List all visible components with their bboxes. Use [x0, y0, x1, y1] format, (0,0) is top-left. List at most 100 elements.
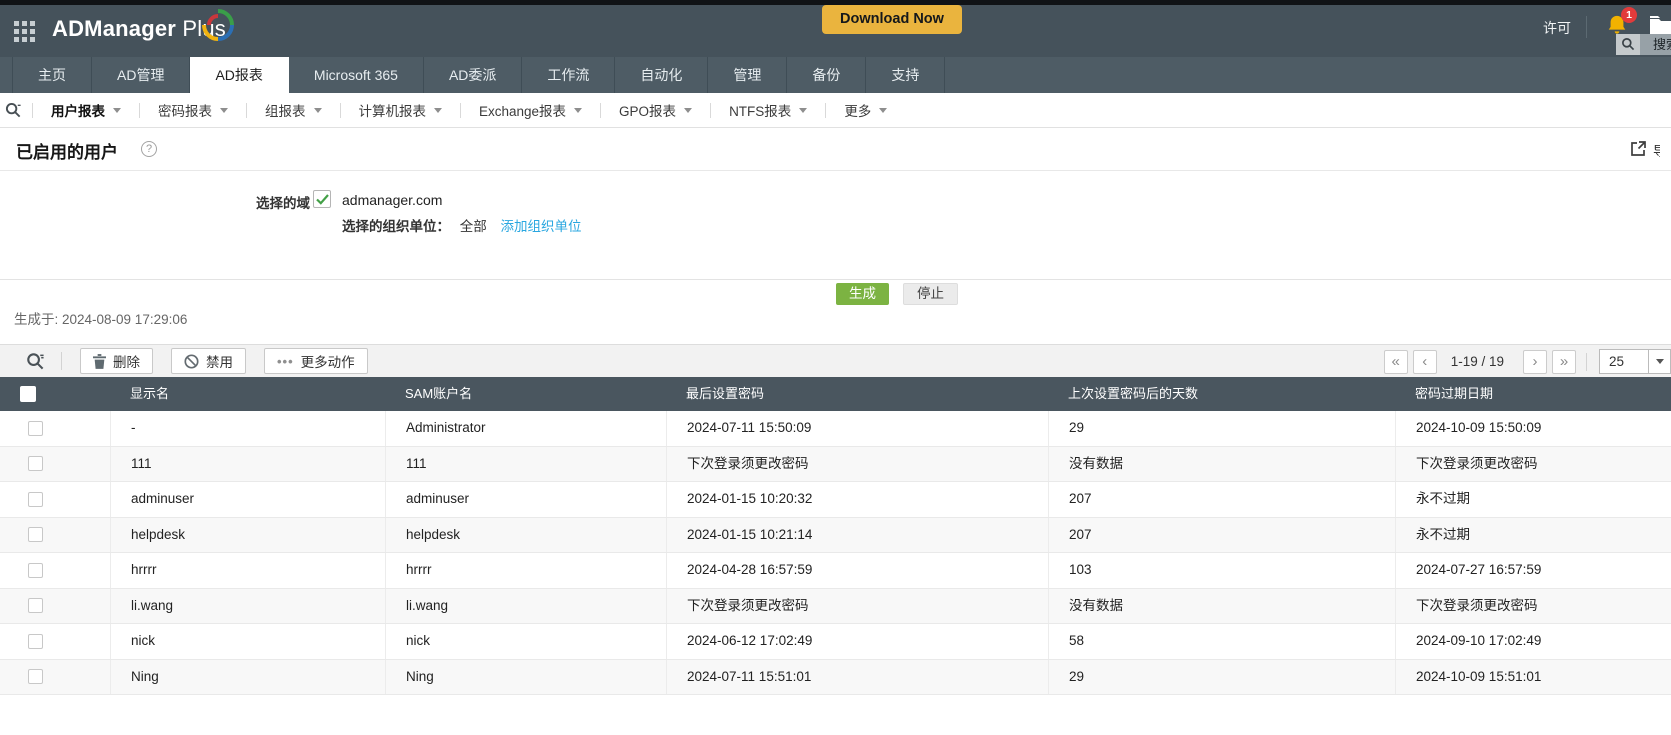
- table-row-7[interactable]: Ning Ning 2024-07-11 15:51:01 29 2024-10-09 …: [0, 659, 1671, 695]
- row-checkbox[interactable]: [28, 456, 43, 472]
- generate-button[interactable]: 生成: [836, 283, 889, 305]
- report-nav-label: NTFS报表: [729, 104, 792, 119]
- cell: -: [110, 411, 385, 446]
- nav-tab-8[interactable]: 备份: [787, 57, 867, 93]
- toolbar-divider: [61, 352, 62, 370]
- row-checkbox[interactable]: [28, 633, 43, 649]
- report-nav-item-3[interactable]: 计算机报表: [341, 100, 461, 120]
- chevron-down-icon: [113, 107, 121, 113]
- report-nav-item-7[interactable]: 更多: [826, 100, 905, 120]
- row-checkbox[interactable]: [28, 562, 43, 578]
- table-search-icon[interactable]: [26, 352, 45, 371]
- cell: adminuser: [385, 482, 666, 517]
- cell: 2024-04-28 16:57:59: [666, 553, 1048, 588]
- table-body: - Administrator 2024-07-11 15:50:09 29 2024-…: [0, 411, 1671, 695]
- column-header-4[interactable]: 密码过期日期: [1395, 377, 1671, 411]
- nav-tab-2[interactable]: AD报表: [190, 57, 289, 93]
- table-row-4[interactable]: hrrrr hrrrr 2024-04-28 16:57:59 103 2024-07-…: [0, 553, 1671, 589]
- report-nav-item-1[interactable]: 密码报表: [140, 100, 246, 120]
- cell: 2024-09-10 17:02:49: [1395, 624, 1671, 659]
- row-checkbox-cell: [0, 553, 110, 588]
- report-search-icon[interactable]: [0, 102, 32, 119]
- cell: Ning: [110, 659, 385, 694]
- delete-label: 删除: [113, 355, 140, 370]
- header-checkbox-cell: [0, 377, 110, 411]
- admanager-plus-window: ADManager Plus Download Now 许可 1 搜 主页 AD…: [0, 0, 1671, 735]
- nav-tab-9[interactable]: 支持: [866, 57, 946, 93]
- license-link[interactable]: 许可: [1543, 18, 1571, 38]
- column-header-1[interactable]: SAM账户名: [385, 377, 666, 411]
- next-page-button[interactable]: ›: [1523, 349, 1547, 374]
- nav-tab-6[interactable]: 自动化: [615, 57, 709, 93]
- row-checkbox[interactable]: [28, 527, 43, 543]
- domain-name: admanager.com: [342, 192, 443, 208]
- report-nav-item-4[interactable]: Exchange报表: [461, 100, 600, 120]
- cell: 111: [385, 446, 666, 481]
- chevron-down-icon: [574, 107, 583, 113]
- table-row-0[interactable]: - Administrator 2024-07-11 15:50:09 29 2024-…: [0, 411, 1671, 447]
- cell: li.wang: [110, 588, 385, 623]
- first-page-button[interactable]: «: [1383, 349, 1408, 374]
- delete-button[interactable]: 删除: [80, 348, 153, 374]
- report-nav-label: GPO报表: [619, 104, 677, 119]
- export-label-clipped[interactable]: 导出: [1653, 140, 1660, 160]
- page-range: 1-19 / 19: [1450, 354, 1504, 369]
- cell: helpdesk: [110, 517, 385, 552]
- domain-checkbox[interactable]: [313, 190, 331, 208]
- report-nav-item-2[interactable]: 组报表: [247, 100, 340, 120]
- table-row-5[interactable]: li.wang li.wang 下次登录须更改密码 没有数据 下次登录须更改密码: [0, 588, 1671, 624]
- search-scope-icon[interactable]: [1616, 34, 1640, 55]
- cell: 2024-01-15 10:20:32: [666, 482, 1048, 517]
- export-icon[interactable]: [1630, 140, 1647, 162]
- column-header-3[interactable]: 上次设置密码后的天数: [1048, 377, 1395, 411]
- table-row-3[interactable]: helpdesk helpdesk 2024-01-15 10:21:14 207 永不…: [0, 517, 1671, 553]
- row-checkbox[interactable]: [28, 420, 43, 436]
- report-nav-item-6[interactable]: NTFS报表: [711, 100, 825, 120]
- row-checkbox[interactable]: [28, 491, 43, 507]
- nav-tab-5[interactable]: 工作流: [522, 57, 616, 93]
- nav-tab-3[interactable]: Microsoft 365: [289, 57, 424, 93]
- section-divider: [0, 279, 1671, 280]
- app-header: ADManager Plus Download Now 许可 1 搜: [0, 5, 1671, 57]
- select-all-checkbox[interactable]: [20, 386, 36, 402]
- cell: li.wang: [385, 588, 666, 623]
- cell: Ning: [385, 659, 666, 694]
- row-checkbox[interactable]: [28, 669, 43, 685]
- column-header-0[interactable]: 显示名: [110, 377, 385, 411]
- cell: 103: [1048, 553, 1395, 588]
- disable-button[interactable]: 禁用: [171, 348, 246, 374]
- chevron-down-icon: [434, 107, 442, 113]
- column-header-2[interactable]: 最后设置密码: [666, 377, 1048, 411]
- chevron-down-icon: [313, 107, 322, 113]
- add-ou-link[interactable]: 添加组织单位: [501, 219, 582, 234]
- table-row-1[interactable]: 111 111 下次登录须更改密码 没有数据 下次登录须更改密码: [0, 446, 1671, 482]
- report-nav-item-5[interactable]: GPO报表: [601, 100, 710, 120]
- nav-tab-4[interactable]: AD委派: [424, 57, 523, 93]
- search-input[interactable]: 搜索: [1640, 34, 1671, 55]
- report-nav-item-0[interactable]: 用户报表: [33, 100, 139, 120]
- trash-icon: [93, 353, 106, 369]
- nav-tab-0[interactable]: 主页: [12, 57, 92, 93]
- row-checkbox-cell: [0, 660, 110, 695]
- ban-icon: [184, 353, 199, 369]
- last-page-button[interactable]: »: [1552, 349, 1576, 374]
- page-size-select[interactable]: 25: [1599, 349, 1671, 374]
- cell: 2024-10-09 15:51:01: [1395, 659, 1671, 694]
- prev-page-button[interactable]: ‹: [1412, 349, 1437, 374]
- cell: Administrator: [385, 411, 666, 446]
- download-now-button[interactable]: Download Now: [822, 5, 962, 34]
- row-checkbox-cell: [0, 589, 110, 624]
- chevron-down-icon: [220, 107, 228, 113]
- nav-tab-1[interactable]: AD管理: [92, 57, 191, 93]
- app-launcher-icon[interactable]: [14, 21, 36, 43]
- more-dots-icon: •••: [277, 353, 294, 369]
- more-actions-button[interactable]: ••• 更多动作: [264, 348, 368, 374]
- report-nav-label: 组报表: [265, 104, 306, 119]
- help-icon[interactable]: ?: [141, 141, 157, 157]
- table-row-2[interactable]: adminuser adminuser 2024-01-15 10:20:32 207…: [0, 482, 1671, 518]
- page-title: 已启用的用户: [16, 143, 118, 162]
- nav-tab-7[interactable]: 管理: [708, 57, 788, 93]
- table-row-6[interactable]: nick nick 2024-06-12 17:02:49 58 2024-09-10 …: [0, 624, 1671, 660]
- stop-button[interactable]: 停止: [903, 283, 958, 305]
- row-checkbox[interactable]: [28, 598, 43, 614]
